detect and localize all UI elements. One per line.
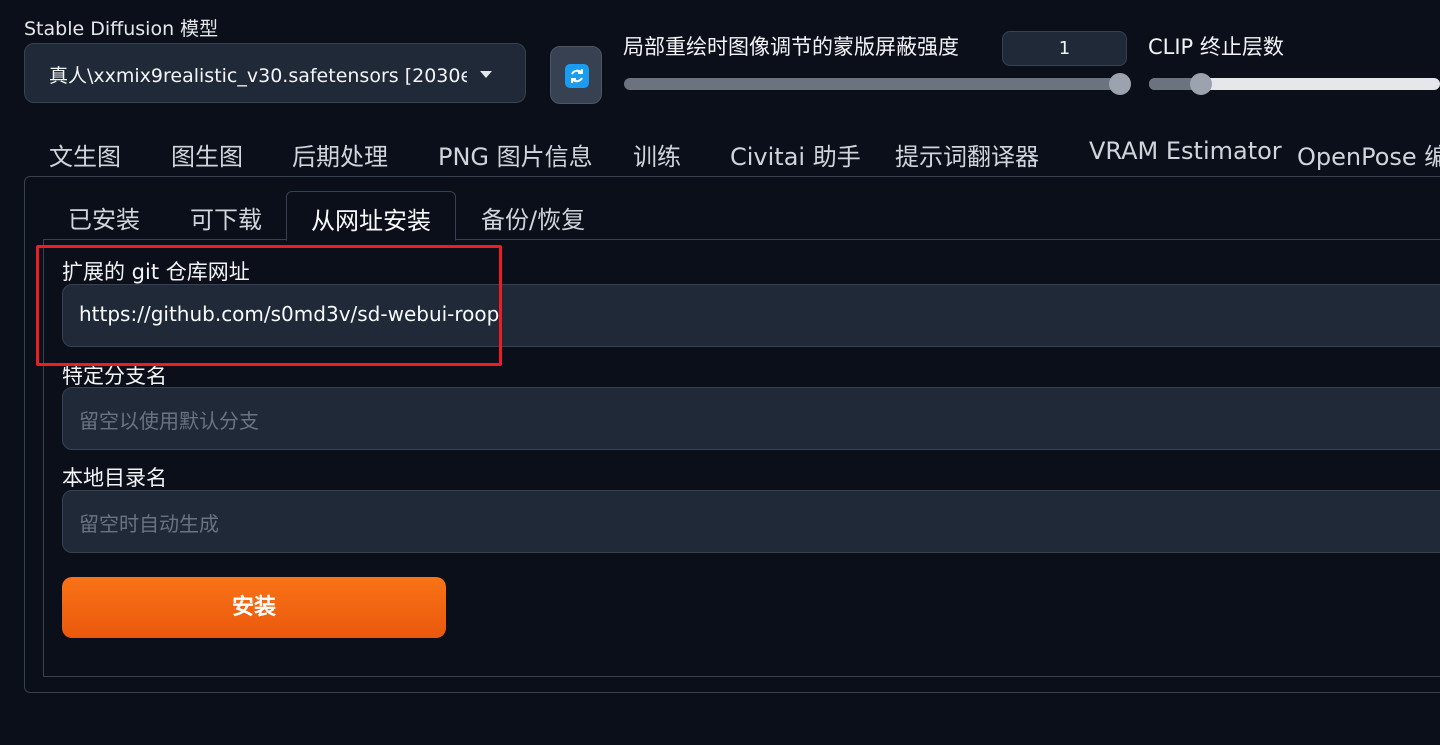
- git-url-value: https://github.com/s0md3v/sd-webui-roop: [79, 302, 500, 326]
- model-select[interactable]: 真人\xxmix9realistic_v30.safetensors [2030…: [24, 43, 526, 103]
- sub-tab-available[interactable]: 可下载: [190, 200, 262, 235]
- local-dir-placeholder: 留空时自动生成: [79, 512, 219, 536]
- tab-civitai-helper[interactable]: Civitai 助手: [730, 137, 861, 172]
- mask-blur-number-input[interactable]: 1: [1002, 31, 1127, 66]
- tab-openpose-editor[interactable]: OpenPose 编辑: [1297, 137, 1440, 172]
- model-label: Stable Diffusion 模型: [24, 18, 219, 40]
- mask-blur-slider-handle[interactable]: [1109, 73, 1131, 95]
- chevron-down-icon: [480, 71, 492, 78]
- branch-label: 特定分支名: [62, 364, 167, 388]
- sub-tab-backup-restore[interactable]: 备份/恢复: [481, 200, 585, 235]
- clip-skip-label: CLIP 终止层数: [1148, 35, 1284, 59]
- tab-img2img[interactable]: 图生图: [171, 137, 243, 172]
- refresh-icon: [565, 64, 589, 88]
- sub-tab-install-from-url[interactable]: 从网址安装: [286, 191, 456, 241]
- mask-blur-slider-track[interactable]: [624, 78, 1126, 90]
- tab-prompt-translator[interactable]: 提示词翻译器: [895, 137, 1039, 172]
- local-dir-input[interactable]: 留空时自动生成: [62, 490, 1440, 553]
- sub-tab-install-from-url-label: 从网址安装: [311, 207, 431, 235]
- install-button[interactable]: 安装: [62, 577, 446, 638]
- git-url-input[interactable]: https://github.com/s0md3v/sd-webui-roop: [62, 284, 1440, 347]
- tab-vram-estimator[interactable]: VRAM Estimator: [1089, 137, 1282, 165]
- local-dir-label: 本地目录名: [62, 466, 167, 490]
- tab-txt2img[interactable]: 文生图: [49, 137, 121, 172]
- tab-train[interactable]: 训练: [633, 137, 681, 172]
- mask-blur-label: 局部重绘时图像调节的蒙版屏蔽强度: [623, 35, 959, 59]
- git-url-label: 扩展的 git 仓库网址: [62, 260, 250, 284]
- model-selected-value: 真人\xxmix9realistic_v30.safetensors [2030…: [49, 65, 467, 87]
- branch-placeholder: 留空以使用默认分支: [79, 409, 259, 433]
- clip-skip-slider-handle[interactable]: [1189, 73, 1212, 95]
- tab-extras[interactable]: 后期处理: [292, 137, 388, 172]
- branch-input[interactable]: 留空以使用默认分支: [62, 387, 1440, 450]
- refresh-model-button[interactable]: [550, 46, 602, 104]
- sub-tab-installed[interactable]: 已安装: [68, 200, 140, 235]
- tab-png-info[interactable]: PNG 图片信息: [438, 137, 593, 172]
